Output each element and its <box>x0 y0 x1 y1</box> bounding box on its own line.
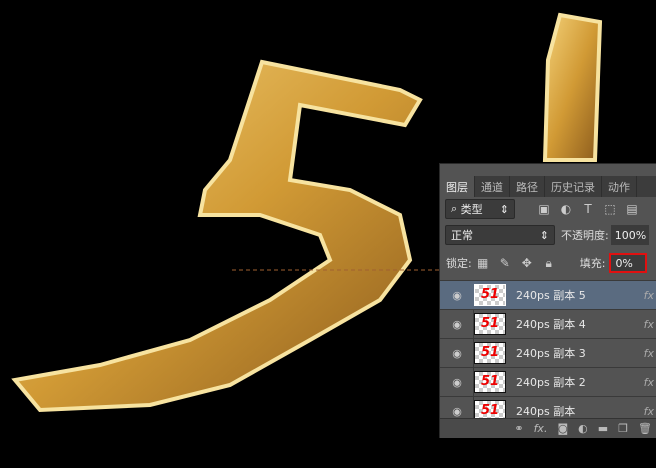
adjustment-filter-icon[interactable]: ◐ <box>555 202 577 216</box>
eye-icon[interactable]: ◉ <box>440 318 474 331</box>
lock-transparency-icon[interactable]: ▦ <box>472 256 494 270</box>
layer-thumbnail: 51 <box>474 284 506 306</box>
panel-footer-toolbar: ⚭ fx. ◙ ◐ ▬ ❐ 🗑︎ <box>440 418 656 438</box>
layer-row[interactable]: ◉ 51 240ps 副本 3 fx <box>440 338 656 367</box>
fx-icon: fx <box>643 346 654 360</box>
fill-label: 填充: <box>579 257 606 270</box>
smart-object-filter-icon[interactable]: ▤ <box>621 202 643 216</box>
layer-name: 240ps 副本 5 <box>516 289 586 302</box>
layers-list: ◉ 51 240ps 副本 5 fx ◉ 51 240ps 副本 4 fx ◉ 51 240ps… <box>440 280 656 418</box>
link-icon[interactable]: ⚭ <box>514 422 523 435</box>
fx-icon: fx <box>643 317 654 331</box>
layer-thumbnail: 51 <box>474 371 506 393</box>
tab-layers[interactable]: 图层 <box>440 176 475 197</box>
tab-actions[interactable]: 动作 <box>602 176 637 197</box>
fx-icon: fx <box>643 375 654 389</box>
layer-row[interactable]: ◉ 51 240ps 副本 5 fx <box>440 280 656 309</box>
add-style-icon[interactable]: fx. <box>534 422 548 435</box>
layer-thumbnail: 51 <box>474 342 506 364</box>
trash-icon[interactable]: 🗑︎ <box>638 422 652 435</box>
tab-channels[interactable]: 通道 <box>475 176 510 197</box>
fill-input[interactable]: 0% <box>609 253 648 273</box>
lock-position-icon[interactable]: ✥ <box>516 256 538 270</box>
folder-icon[interactable]: ▬ <box>598 422 608 435</box>
layer-row[interactable]: ◉ 51 240ps 副本 2 fx <box>440 367 656 396</box>
eye-icon[interactable]: ◉ <box>440 376 474 389</box>
filter-type-select[interactable]: ⌕ 类型 ⇕ <box>445 199 515 219</box>
digit-5-shape <box>11 59 423 413</box>
fx-icon: fx <box>643 288 654 302</box>
mask-icon[interactable]: ◙ <box>557 422 568 435</box>
image-filter-icon[interactable]: ▣ <box>533 202 555 216</box>
eye-icon[interactable]: ◉ <box>440 347 474 360</box>
blend-mode-value: 正常 <box>451 229 473 242</box>
layer-thumbnail: 51 <box>474 313 506 335</box>
layer-name: 240ps 副本 3 <box>516 347 586 360</box>
search-icon: ⌕ <box>451 202 461 215</box>
layer-name: 240ps 副本 2 <box>516 376 586 389</box>
layer-row[interactable]: ◉ 51 240ps 副本 4 fx <box>440 309 656 338</box>
layers-panel: 图层 通道 路径 历史记录 动作 ⌕ 类型 ⇕ ▣ ◐ T ⬚ ▤ 正常 ⇕ 不透明… <box>439 163 656 438</box>
eye-icon[interactable]: ◉ <box>440 289 474 302</box>
lock-all-icon[interactable]: 🔒︎ <box>538 256 560 271</box>
new-layer-icon[interactable]: ❐ <box>618 422 628 435</box>
blend-mode-select[interactable]: 正常 ⇕ <box>445 225 555 245</box>
layer-row[interactable]: ◉ 51 240ps 副本 fx <box>440 396 656 418</box>
lock-brush-icon[interactable]: ✎ <box>494 256 516 270</box>
opacity-input[interactable]: 100% <box>610 225 649 245</box>
tab-paths[interactable]: 路径 <box>510 176 545 197</box>
fx-icon: fx <box>643 404 654 418</box>
opacity-label: 不透明度: <box>561 229 609 242</box>
digit-1-shape <box>542 12 603 162</box>
tab-history[interactable]: 历史记录 <box>545 176 602 197</box>
panel-tabs: 图层 通道 路径 历史记录 动作 <box>440 176 656 197</box>
type-filter-icon[interactable]: T <box>577 202 599 216</box>
chevron-updown-icon: ⇕ <box>539 228 549 242</box>
filter-type-label: 类型 <box>460 203 483 216</box>
eye-icon[interactable]: ◉ <box>440 405 474 418</box>
lock-label: 锁定: <box>446 257 472 270</box>
layer-thumbnail: 51 <box>474 400 506 418</box>
adjustment-layer-icon[interactable]: ◐ <box>578 422 588 435</box>
shape-filter-icon[interactable]: ⬚ <box>599 202 621 216</box>
chevron-updown-icon: ⇕ <box>499 202 509 216</box>
layer-name: 240ps 副本 4 <box>516 318 586 331</box>
layer-name: 240ps 副本 <box>516 405 576 418</box>
